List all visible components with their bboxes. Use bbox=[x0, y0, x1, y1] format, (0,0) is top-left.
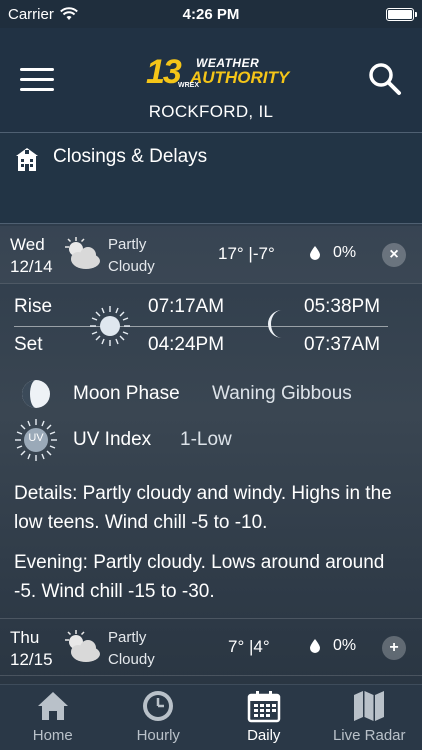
day-row-wed[interactable]: Wed 12/14 Partly Cloudy 17° |-7° 0% × bbox=[0, 226, 422, 284]
tab-home[interactable]: Home bbox=[0, 685, 106, 750]
sunset-time: 04:24PM bbox=[148, 334, 225, 355]
clock-icon bbox=[143, 691, 174, 721]
uv-index-label: UV Index bbox=[73, 429, 152, 450]
raindrop-icon bbox=[310, 639, 320, 653]
tab-daily[interactable]: Daily bbox=[211, 685, 317, 750]
day-name: Thu bbox=[10, 628, 40, 647]
uv-index-row: UV UV Index 1-Low bbox=[0, 418, 422, 462]
waning-gibbous-icon bbox=[22, 380, 50, 408]
tab-live-radar[interactable]: Live Radar bbox=[317, 685, 422, 750]
moon-phase-value: Waning Gibbous bbox=[212, 383, 352, 404]
day-name: Wed bbox=[10, 235, 45, 254]
app-header: 13 WEATHER AUTHORITY WREX ROCKFORD, IL bbox=[0, 28, 422, 132]
moon-phase-label: Moon Phase bbox=[73, 383, 180, 404]
tab-bar: Home Hourly Daily Live Radar bbox=[0, 684, 422, 750]
sun-icon bbox=[90, 306, 130, 346]
menu-button[interactable] bbox=[20, 68, 54, 92]
set-label: Set bbox=[14, 334, 43, 355]
tab-hourly[interactable]: Hourly bbox=[106, 685, 212, 750]
condition-line: Partly bbox=[108, 236, 147, 253]
station-logo: 13 WEATHER AUTHORITY WREX bbox=[146, 53, 289, 94]
status-bar: Carrier 4:26 PM bbox=[0, 0, 422, 28]
moon-phase-row: Moon Phase Waning Gibbous bbox=[0, 372, 422, 416]
sunrise-time: 07:17AM bbox=[148, 296, 225, 317]
logo-number: 13 bbox=[146, 53, 182, 91]
horizon-line bbox=[14, 326, 388, 327]
uv-icon: UV bbox=[14, 418, 58, 462]
day-temps: 7° |4° bbox=[228, 637, 270, 656]
closings-label: Closings & Delays bbox=[53, 146, 208, 167]
rise-label: Rise bbox=[14, 296, 53, 317]
condition-line: Cloudy bbox=[108, 651, 155, 668]
uv-badge-text: UV bbox=[28, 432, 44, 444]
partly-cloudy-icon bbox=[65, 237, 100, 269]
logo-authority: AUTHORITY bbox=[190, 68, 290, 87]
wifi-icon bbox=[59, 7, 78, 20]
tab-label: Hourly bbox=[136, 727, 180, 744]
day-precip: 0% bbox=[333, 637, 357, 654]
day-label: Wed 12/14 bbox=[10, 234, 53, 278]
condition-line: Partly bbox=[108, 629, 147, 646]
day-date: 12/15 bbox=[10, 650, 53, 669]
logo-station: WREX bbox=[178, 82, 199, 89]
school-icon bbox=[16, 148, 38, 171]
tab-label: Daily bbox=[247, 727, 281, 744]
forecast-evening-text: Evening: Partly cloudy. Lows around arou… bbox=[14, 552, 385, 602]
uv-index-value: 1-Low bbox=[180, 429, 232, 450]
day-condition: Partly Cloudy bbox=[108, 234, 155, 278]
location-label: ROCKFORD, IL bbox=[148, 102, 274, 121]
closings-delays-banner[interactable]: Closings & Delays bbox=[0, 132, 422, 224]
collapse-button[interactable]: × bbox=[382, 243, 406, 267]
day-temps: 17° |-7° bbox=[218, 244, 275, 263]
tab-label: Home bbox=[32, 727, 73, 744]
day-label: Thu 12/15 bbox=[10, 627, 53, 671]
menu-line bbox=[20, 78, 54, 81]
moonrise-time: 05:38PM bbox=[304, 296, 381, 317]
day-date: 12/14 bbox=[10, 257, 53, 276]
rise-set-panel: Rise Set 07:17AM 04:24PM 05:38PM 07:37AM bbox=[0, 284, 422, 368]
search-icon[interactable] bbox=[368, 62, 402, 96]
battery-icon bbox=[386, 7, 417, 21]
day-row-thu[interactable]: Thu 12/15 Partly Cloudy 7° |4° 0% + bbox=[0, 618, 422, 676]
moon-icon bbox=[268, 310, 282, 338]
day-precip: 0% bbox=[333, 244, 357, 261]
forecast-details-text: Details: Partly cloudy and windy. Highs … bbox=[14, 483, 392, 533]
tab-label: Live Radar bbox=[332, 727, 406, 744]
status-left: Carrier bbox=[8, 6, 78, 23]
map-icon bbox=[354, 691, 385, 721]
moonset-time: 07:37AM bbox=[304, 334, 381, 355]
partly-cloudy-icon bbox=[65, 630, 100, 662]
calendar-icon bbox=[247, 691, 280, 723]
home-icon bbox=[37, 692, 68, 720]
expand-button[interactable]: + bbox=[382, 636, 406, 660]
carrier-label: Carrier bbox=[8, 5, 54, 23]
menu-line bbox=[20, 68, 54, 71]
menu-line bbox=[20, 88, 54, 91]
day-condition: Partly Cloudy bbox=[108, 627, 155, 671]
raindrop-icon bbox=[310, 246, 320, 260]
condition-line: Cloudy bbox=[108, 258, 155, 275]
